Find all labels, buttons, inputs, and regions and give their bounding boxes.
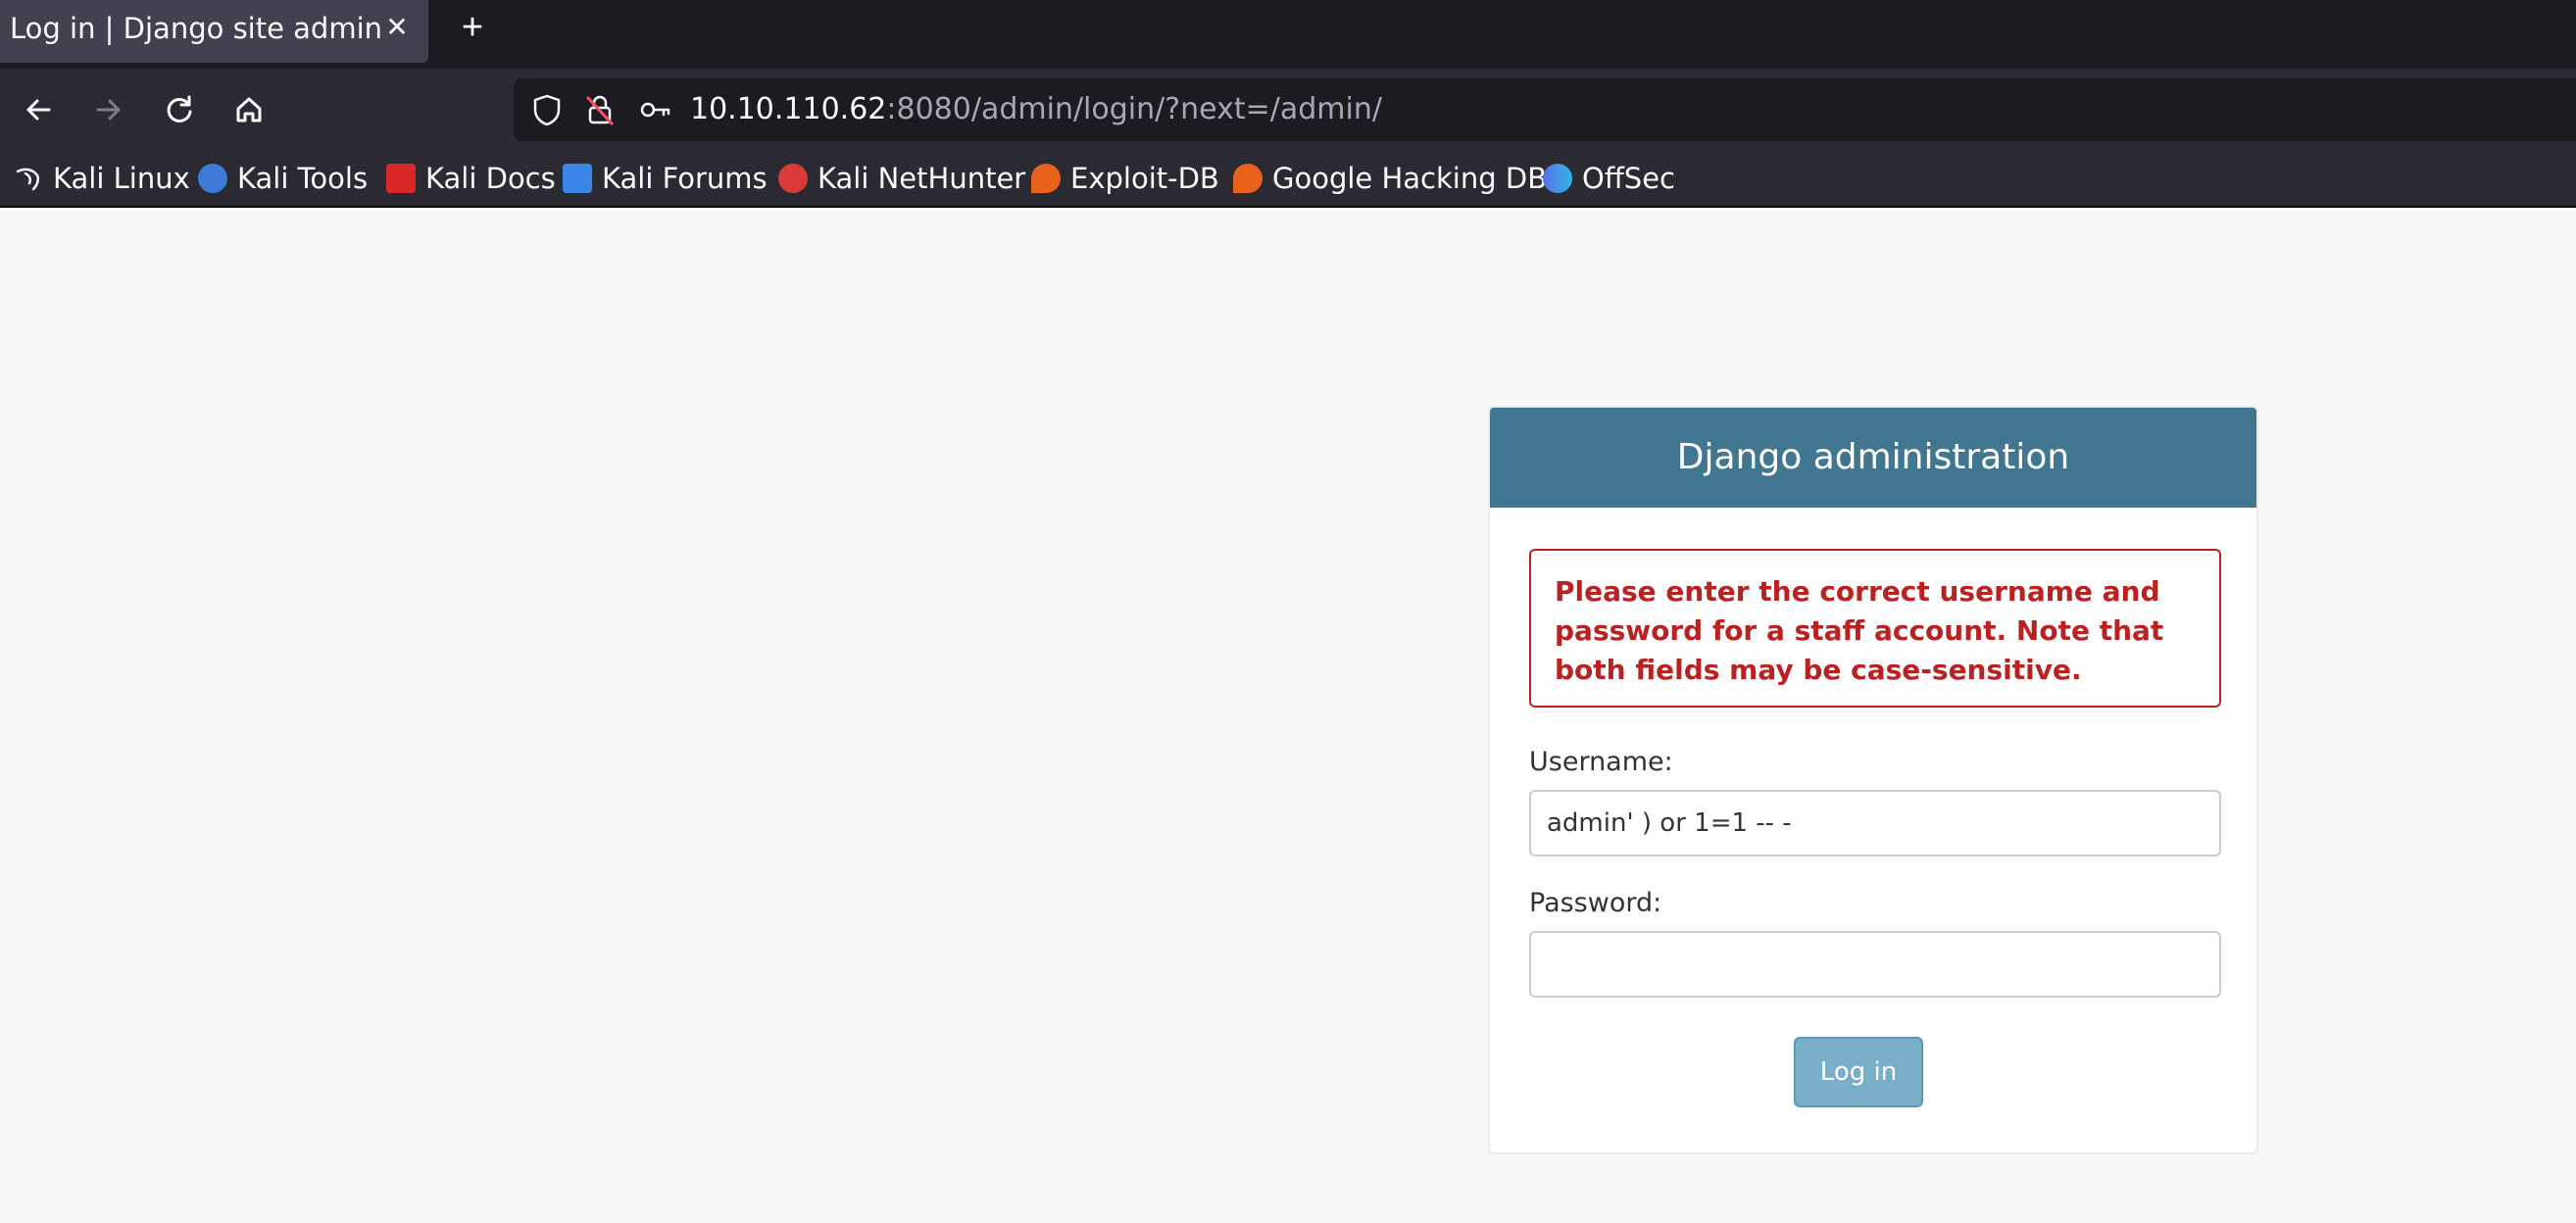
address-bar[interactable]: 10.10.110.62:8080/admin/login/?next=/adm… — [514, 78, 2576, 141]
bookmark-label: Kali Tools — [237, 162, 369, 195]
url-host: 10.10.110.62 — [690, 92, 887, 126]
bookmark-kali-tools[interactable]: Kali Tools — [198, 159, 368, 198]
password-label: Password: — [1529, 888, 1662, 918]
home-icon — [236, 97, 262, 122]
bookmark-label: Kali Docs — [425, 162, 556, 195]
tab-close-icon[interactable]: ✕ — [382, 10, 412, 45]
active-tab[interactable]: Log in | Django site admin ✕ — [0, 0, 428, 63]
reload-button[interactable] — [155, 85, 204, 134]
url-path: :8080/admin/login/?next=/admin/ — [886, 92, 1382, 126]
tracking-shield-icon[interactable] — [527, 90, 567, 129]
site-title[interactable]: Django administration — [1490, 408, 2256, 508]
ghdb-icon — [1233, 164, 1263, 193]
bookmark-label: OffSec — [1582, 162, 1676, 195]
bookmark-kali-forums[interactable]: Kali Forums — [563, 159, 768, 198]
tab-bar: Log in | Django site admin ✕ + — [0, 0, 2576, 69]
forward-button[interactable] — [84, 85, 133, 134]
bookmark-label: Kali Linux — [53, 162, 190, 195]
offsec-icon — [1543, 164, 1572, 193]
kali-forums-icon — [563, 164, 592, 193]
username-label: Username: — [1529, 747, 1673, 777]
bookmark-label: Kali Forums — [602, 162, 768, 195]
bookmark-google-hacking-db[interactable]: Google Hacking DB — [1233, 159, 1547, 198]
page-content: Django administration Please enter the c… — [0, 208, 2576, 1223]
bookmark-kali-docs[interactable]: Kali Docs — [386, 159, 556, 198]
url-text[interactable]: 10.10.110.62:8080/admin/login/?next=/adm… — [690, 93, 1382, 126]
bookmark-label: Google Hacking DB — [1272, 162, 1548, 195]
bookmark-exploit-db[interactable]: Exploit-DB — [1031, 159, 1219, 198]
kali-docs-icon — [386, 164, 416, 193]
error-message: Please enter the correct username and pa… — [1529, 549, 2221, 708]
login-button[interactable]: Log in — [1794, 1037, 1923, 1107]
reload-icon — [167, 95, 192, 122]
username-input[interactable] — [1529, 790, 2221, 856]
back-button[interactable] — [14, 85, 63, 134]
back-arrow-icon — [26, 99, 51, 121]
home-button[interactable] — [224, 85, 273, 134]
kali-nethunter-icon — [778, 164, 808, 193]
kali-dragon-icon — [14, 164, 43, 193]
site-header: Django administration — [1490, 408, 2256, 508]
password-input[interactable] — [1529, 931, 2221, 998]
bookmark-label: Exploit-DB — [1070, 162, 1219, 195]
exploit-db-icon — [1031, 164, 1061, 193]
forward-arrow-icon — [96, 99, 121, 121]
bookmark-label: Kali NetHunter — [817, 162, 1026, 195]
bookmarks-toolbar: Kali Linux Kali Tools Kali Docs Kali For… — [0, 151, 2576, 208]
bookmark-kali-nethunter[interactable]: Kali NetHunter — [778, 159, 1025, 198]
bookmark-offsec[interactable]: OffSec — [1543, 159, 1675, 198]
kali-tools-icon — [198, 164, 227, 193]
tab-title: Log in | Django site admin — [10, 12, 383, 45]
navigation-toolbar: 10.10.110.62:8080/admin/login/?next=/adm… — [0, 69, 2576, 151]
bookmark-kali-linux[interactable]: Kali Linux — [14, 159, 190, 198]
insecure-lock-icon[interactable] — [580, 90, 619, 129]
key-icon[interactable] — [635, 90, 674, 129]
login-form-container: Django administration Please enter the c… — [1488, 406, 2258, 1154]
new-tab-button[interactable]: + — [453, 8, 492, 47]
